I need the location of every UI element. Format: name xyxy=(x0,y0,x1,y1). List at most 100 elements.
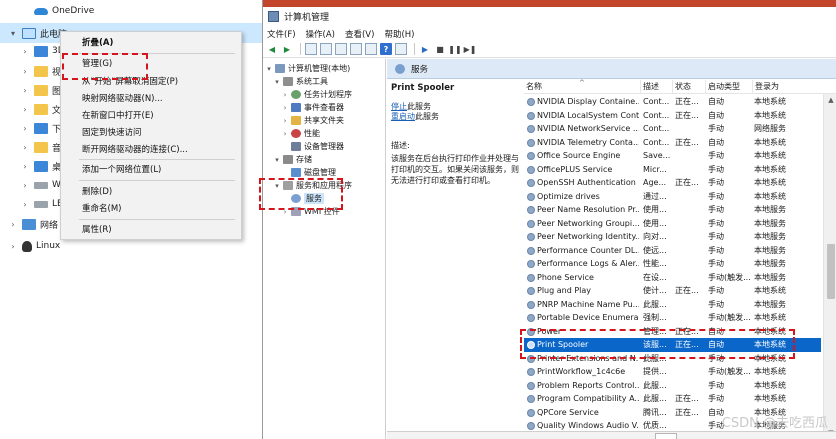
context-menu-item[interactable]: 在新窗口中打开(E) xyxy=(61,108,241,125)
menu-view[interactable]: 查看(V) xyxy=(345,28,374,40)
column-startup-type-header[interactable]: 启动类型 xyxy=(706,80,753,93)
show-hide-tree-icon[interactable] xyxy=(320,43,332,55)
table-row[interactable]: Problem Reports Control... 此服... 手动 本地系统 xyxy=(524,379,821,393)
table-row[interactable]: PNRP Machine Name Pu... 此服... 手动 本地服务 xyxy=(524,298,821,312)
up-folder-icon[interactable] xyxy=(305,43,317,55)
table-row[interactable]: Peer Name Resolution Pr... 使用... 手动 本地服务 xyxy=(524,203,821,217)
chevron-icon[interactable]: › xyxy=(8,220,18,229)
properties-icon[interactable] xyxy=(335,43,347,55)
context-menu-item[interactable]: 固定到快速访问 xyxy=(61,125,241,142)
expand-chevron-icon[interactable]: ▾ xyxy=(273,78,281,86)
service-name-cell: Office Source Engine xyxy=(537,151,621,160)
expand-chevron-icon[interactable]: ▾ xyxy=(273,182,281,190)
tree-node[interactable]: 设备管理器 xyxy=(281,140,344,153)
tree-node[interactable]: › 事件查看器 xyxy=(281,101,344,114)
chevron-icon[interactable]: › xyxy=(20,124,30,133)
table-row[interactable]: NVIDIA NetworkService ... Cont... 手动 网络服务 xyxy=(524,122,821,136)
console-view-icon[interactable] xyxy=(395,43,407,55)
table-row[interactable]: Portable Device Enumera... 强制... 手动(触发... 本… xyxy=(524,311,821,325)
column-name-header[interactable]: 名称 ^ xyxy=(524,79,641,93)
table-row[interactable]: Peer Networking Identity... 向对... 手动 本地服务 xyxy=(524,230,821,244)
context-menu-item[interactable]: 重命名(M) xyxy=(61,201,241,218)
tree-node[interactable]: ▾ 服务和应用程序 xyxy=(273,179,352,192)
tree-node[interactable]: 服务 xyxy=(281,192,324,205)
column-description-header[interactable]: 描述 xyxy=(641,80,673,93)
back-arrow-icon[interactable]: ◀ xyxy=(266,43,278,55)
forward-arrow-icon[interactable]: ▶ xyxy=(281,43,293,55)
menu-file[interactable]: 文件(F) xyxy=(267,28,296,40)
table-row[interactable]: Print Spooler 该服... 正在... 自动 本地系统 xyxy=(524,338,821,352)
table-row[interactable]: NVIDIA LocalSystem Conta... Cont... 正在... 自… xyxy=(524,109,821,123)
chevron-icon[interactable]: › xyxy=(20,105,30,114)
stop-service-icon[interactable]: ■ xyxy=(434,43,446,55)
table-row[interactable]: Power 管理... 正在... 自动 本地系统 xyxy=(524,325,821,339)
stop-service-action[interactable]: 停止此服务 xyxy=(391,102,519,112)
restart-service-icon[interactable]: ▶❚ xyxy=(464,43,477,55)
scrollbar-thumb[interactable] xyxy=(827,244,835,299)
table-row[interactable]: Printer Extensions and N... 此服... 手动 本地系统 xyxy=(524,352,821,366)
context-menu-item[interactable]: 属性(R) xyxy=(61,222,241,239)
context-menu-item[interactable]: 从"开始"屏幕取消固定(P) xyxy=(61,74,241,91)
table-row[interactable]: Program Compatibility A... 此服... 正在... 手动 本地… xyxy=(524,392,821,406)
tree-node[interactable]: 磁盘管理 xyxy=(281,166,336,179)
chevron-icon[interactable]: › xyxy=(20,200,30,209)
menu-help[interactable]: 帮助(H) xyxy=(384,28,414,40)
table-row[interactable]: Office Source Engine Save... 手动 本地系统 xyxy=(524,149,821,163)
nav-item[interactable]: OneDrive xyxy=(0,1,262,21)
context-menu-item[interactable]: 断开网络驱动器的连接(C)... xyxy=(61,142,241,159)
table-row[interactable]: Performance Counter DL... 使远... 手动 本地服务 xyxy=(524,244,821,258)
table-row[interactable]: Plug and Play 使计... 正在... 手动 本地系统 xyxy=(524,284,821,298)
expand-chevron-icon[interactable]: › xyxy=(281,91,289,99)
tree-node[interactable]: › 共享文件夹 xyxy=(281,114,344,127)
tab-extended[interactable] xyxy=(655,433,677,439)
table-row[interactable]: Performance Logs & Aler... 性能... 手动 本地服务 xyxy=(524,257,821,271)
table-row[interactable]: Peer Networking Groupi... 使用... 手动 本地服务 xyxy=(524,217,821,231)
chevron-icon[interactable]: ▾ xyxy=(8,29,18,38)
context-menu-item[interactable]: 管理(G) xyxy=(61,56,241,73)
expand-chevron-icon[interactable]: › xyxy=(281,117,289,125)
chevron-icon[interactable]: › xyxy=(20,162,30,171)
table-row[interactable]: NVIDIA Display Containe... Cont... 正在... 自动… xyxy=(524,95,821,109)
chevron-icon[interactable]: › xyxy=(8,242,18,251)
start-service-icon[interactable]: ▶ xyxy=(419,43,431,55)
service-gear-icon xyxy=(527,341,535,349)
tree-node[interactable]: › 性能 xyxy=(281,127,320,140)
tree-node[interactable]: › 任务计划程序 xyxy=(281,88,352,101)
chevron-icon[interactable]: › xyxy=(20,47,30,56)
chevron-icon[interactable]: › xyxy=(20,67,30,76)
tree-node[interactable]: ▾ 系统工具 xyxy=(273,75,328,88)
expand-chevron-icon[interactable]: › xyxy=(281,208,289,216)
table-row[interactable]: NVIDIA Telemetry Conta... Cont... 正在... 自动 本… xyxy=(524,136,821,150)
help-icon[interactable]: ? xyxy=(380,43,392,55)
restart-service-link[interactable]: 重启动 xyxy=(391,112,415,121)
pause-service-icon[interactable]: ❚❚ xyxy=(448,43,461,55)
expand-chevron-icon[interactable]: › xyxy=(281,130,289,138)
scroll-up-arrow-icon[interactable]: ▲ xyxy=(826,95,836,105)
chevron-icon[interactable]: › xyxy=(20,181,30,190)
stop-service-link[interactable]: 停止 xyxy=(391,102,407,111)
tree-node[interactable]: ▾ 存储 xyxy=(273,153,312,166)
restart-service-action[interactable]: 重启动此服务 xyxy=(391,112,519,122)
context-menu-item[interactable]: 添加一个网络位置(L) xyxy=(61,162,241,179)
table-row[interactable]: OpenSSH Authentication ... Age... 正在... 手动 本… xyxy=(524,176,821,190)
context-menu-item[interactable]: 删除(D) xyxy=(61,184,241,201)
table-row[interactable]: PrintWorkflow_1c4c6e 提供... 手动(触发... 本地系统 xyxy=(524,365,821,379)
tree-node[interactable]: › WMI 控件 xyxy=(281,205,340,218)
column-status-header[interactable]: 状态 xyxy=(673,80,706,93)
context-menu-item[interactable]: 映射网络驱动器(N)... xyxy=(61,91,241,108)
table-row[interactable]: OfficePLUS Service Micr... 手动 本地系统 xyxy=(524,163,821,177)
expand-chevron-icon[interactable]: › xyxy=(281,104,289,112)
expand-chevron-icon[interactable]: ▾ xyxy=(273,156,281,164)
tree-node[interactable]: ▾ 计算机管理(本地) xyxy=(265,62,350,75)
vertical-scrollbar[interactable]: ▲ ▼ xyxy=(823,94,836,439)
refresh-icon[interactable] xyxy=(350,43,362,55)
expand-chevron-icon[interactable]: ▾ xyxy=(265,65,273,73)
table-row[interactable]: Phone Service 在设... 手动(触发... 本地服务 xyxy=(524,271,821,285)
export-list-icon[interactable] xyxy=(365,43,377,55)
column-logon-as-header[interactable]: 登录为 xyxy=(753,80,823,93)
context-menu-item[interactable]: 折叠(A) xyxy=(61,35,241,52)
chevron-icon[interactable]: › xyxy=(20,86,30,95)
menu-action[interactable]: 操作(A) xyxy=(306,28,335,40)
table-row[interactable]: Optimize drives 通过... 手动 本地系统 xyxy=(524,190,821,204)
chevron-icon[interactable]: › xyxy=(20,143,30,152)
